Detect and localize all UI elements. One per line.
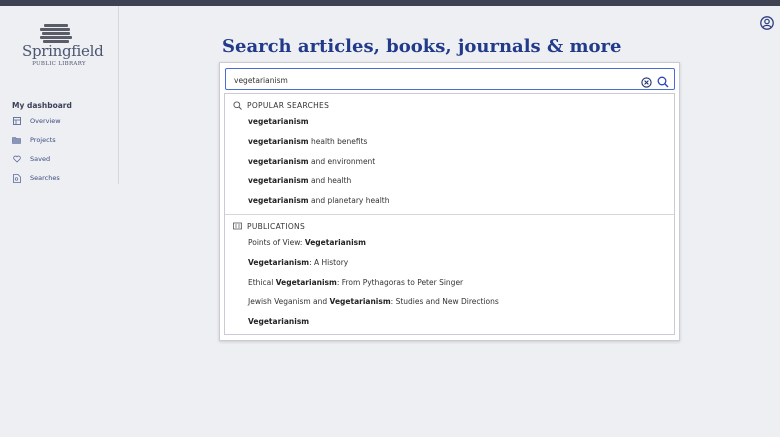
suggestion-match: vegetarianism — [248, 196, 309, 205]
sidebar-item-label: Overview — [30, 117, 61, 125]
heart-icon — [12, 155, 21, 164]
sidebar-item-label: Saved — [30, 155, 51, 163]
search-suggestions: POPULAR SEARCHES vegetarianism vegetaria… — [224, 93, 675, 335]
publication-text: : A History — [309, 258, 349, 267]
search-panel: POPULAR SEARCHES vegetarianism vegetaria… — [219, 62, 680, 341]
document-search-icon — [12, 173, 21, 183]
search-icon[interactable] — [657, 73, 669, 88]
sidebar-item-overview[interactable]: Overview — [12, 115, 61, 127]
publication-text: Jewish Veganism and — [248, 297, 330, 306]
grid-icon — [12, 117, 21, 126]
publication-text: Points of View: — [248, 238, 305, 247]
popular-suggestion[interactable]: vegetarianism and health — [248, 176, 351, 185]
publication-suggestion[interactable]: Ethical Vegetarianism: From Pythagoras t… — [248, 278, 463, 287]
suggestion-match: vegetarianism — [248, 176, 309, 185]
suggestion-rest: and health — [308, 176, 352, 185]
publication-suggestion[interactable]: Vegetarianism: A History — [248, 258, 348, 267]
sidebar-item-label: Projects — [30, 136, 56, 144]
suggestion-rest: health benefits — [308, 137, 368, 146]
popular-searches-header: POPULAR SEARCHES — [233, 101, 329, 110]
sidebar: Springfield PUBLIC LIBRARY My dashboard … — [0, 6, 119, 184]
suggestion-match: Vegetarianism — [248, 258, 310, 267]
sidebar-item-projects[interactable]: Projects — [12, 134, 56, 146]
suggestion-match: vegetarianism — [248, 137, 309, 146]
sidebar-item-label: Searches — [30, 174, 60, 182]
publications-header: PUBLICATIONS — [233, 222, 305, 231]
page-title: Search articles, books, journals & more — [222, 36, 622, 57]
search-icon — [233, 101, 242, 110]
search-box — [225, 68, 675, 90]
library-logo[interactable]: Springfield PUBLIC LIBRARY — [22, 24, 104, 70]
publication-suggestion[interactable]: Points of View: Vegetarianism — [248, 238, 366, 247]
popular-suggestion[interactable]: vegetarianism health benefits — [248, 137, 367, 146]
popular-suggestion[interactable]: vegetarianism and planetary health — [248, 196, 389, 205]
sidebar-item-searches[interactable]: Searches — [12, 172, 60, 184]
publication-text: Ethical — [248, 278, 276, 287]
publication-suggestion[interactable]: Vegetarianism — [248, 317, 309, 326]
suggestion-rest: and planetary health — [308, 196, 390, 205]
folder-icon — [12, 136, 21, 145]
suggestion-match: Vegetarianism — [275, 278, 337, 287]
popular-suggestion[interactable]: vegetarianism — [248, 117, 309, 126]
library-name: Springfield — [22, 42, 104, 60]
publication-suggestion[interactable]: Jewish Veganism and Vegetarianism: Studi… — [248, 297, 499, 306]
sidebar-item-saved[interactable]: Saved — [12, 153, 50, 165]
clear-icon[interactable] — [641, 73, 652, 88]
account-icon[interactable] — [760, 15, 774, 30]
suggestion-match: vegetarianism — [248, 157, 309, 166]
suggestion-match: Vegetarianism — [248, 317, 310, 326]
newspaper-icon — [233, 222, 242, 231]
publications-title: PUBLICATIONS — [247, 222, 306, 231]
library-subtitle: PUBLIC LIBRARY — [32, 61, 86, 67]
suggestion-match: Vegetarianism — [329, 297, 391, 306]
popular-searches-title: POPULAR SEARCHES — [247, 101, 330, 110]
section-divider — [225, 214, 674, 215]
sidebar-heading: My dashboard — [12, 101, 72, 110]
popular-suggestion[interactable]: vegetarianism and environment — [248, 157, 375, 166]
search-input[interactable] — [232, 72, 631, 88]
suggestion-match: vegetarianism — [248, 117, 309, 126]
publication-text: : From Pythagoras to Peter Singer — [336, 278, 464, 287]
suggestion-rest: and environment — [308, 157, 376, 166]
suggestion-match: Vegetarianism — [304, 238, 366, 247]
publication-text: : Studies and New Directions — [390, 297, 499, 306]
